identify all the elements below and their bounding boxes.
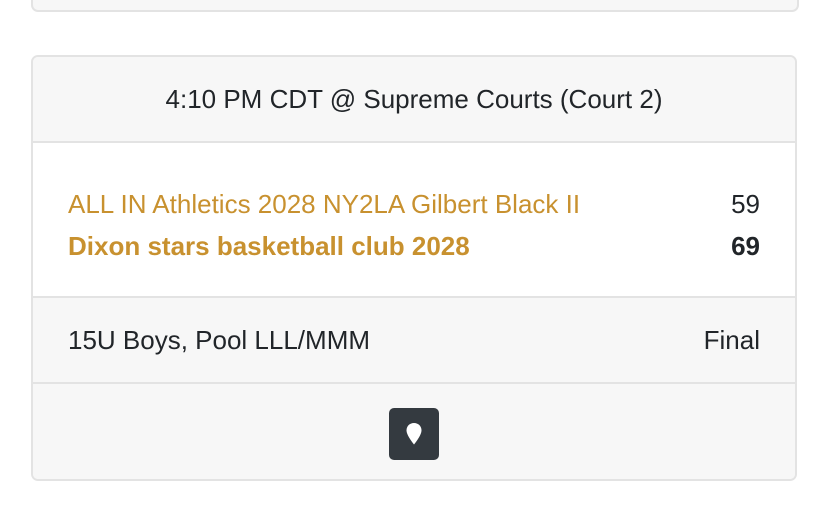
division-pool: 15U Boys, Pool LLL/MMM bbox=[68, 324, 371, 355]
team-score: 59 bbox=[731, 188, 760, 219]
game-time-venue-header: 4:10 PM CDT @ Supreme Courts (Court 2) bbox=[33, 57, 795, 143]
map-marker-icon bbox=[406, 422, 422, 444]
game-card: 4:10 PM CDT @ Supreme Courts (Court 2) A… bbox=[31, 55, 797, 481]
team-score: 69 bbox=[731, 230, 760, 261]
game-status: Final bbox=[703, 324, 760, 355]
game-time-venue: 4:10 PM CDT @ Supreme Courts (Court 2) bbox=[165, 83, 663, 114]
previous-game-card bbox=[31, 0, 799, 12]
map-location-button[interactable] bbox=[389, 407, 439, 460]
game-matchup: ALL IN Athletics 2028 NY2LA Gilbert Blac… bbox=[33, 143, 795, 298]
team-name-link[interactable]: Dixon stars basketball club 2028 bbox=[68, 231, 470, 262]
team-name-link[interactable]: ALL IN Athletics 2028 NY2LA Gilbert Blac… bbox=[68, 189, 580, 220]
team-row-home: Dixon stars basketball club 2028 69 bbox=[68, 225, 760, 267]
game-actions bbox=[33, 384, 795, 479]
game-info-footer: 15U Boys, Pool LLL/MMM Final bbox=[33, 298, 795, 384]
team-row-away: ALL IN Athletics 2028 NY2LA Gilbert Blac… bbox=[68, 183, 760, 225]
